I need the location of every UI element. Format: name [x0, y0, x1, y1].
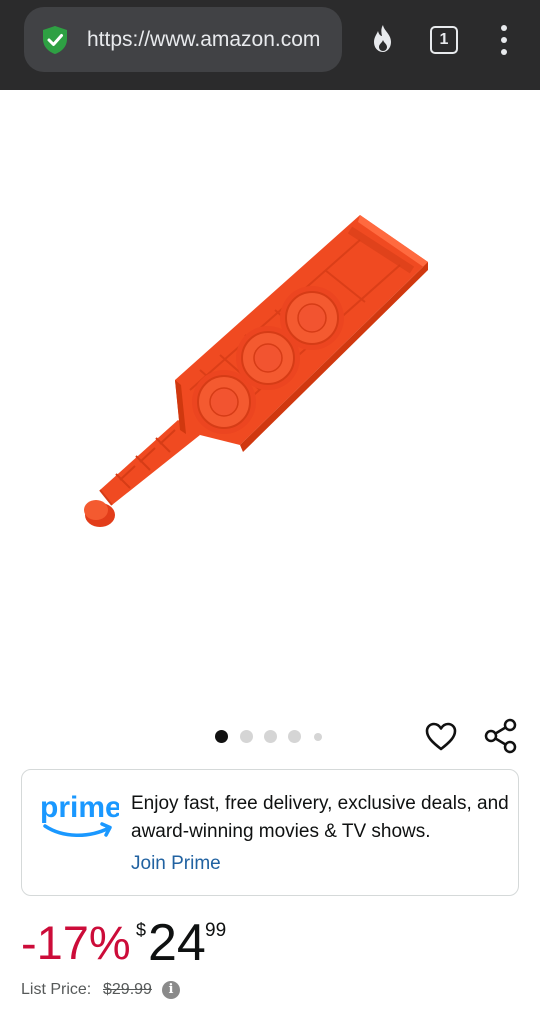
price-whole: 24: [148, 914, 206, 972]
carousel-dot-4[interactable]: [288, 730, 301, 743]
list-price-label: List Price:: [21, 981, 92, 998]
list-price-value: $29.99: [103, 981, 152, 998]
fire-icon[interactable]: [366, 22, 400, 56]
image-carousel-indicator[interactable]: [215, 730, 335, 744]
shield-check-icon[interactable]: [39, 24, 71, 56]
info-icon[interactable]: i: [162, 981, 180, 999]
price-fraction: 99: [205, 920, 227, 941]
tab-switcher-button[interactable]: 1: [430, 26, 458, 54]
price-currency-symbol: $: [136, 920, 147, 940]
browser-toolbar: https://www.amazon.com 1: [0, 0, 540, 90]
carousel-dot-1[interactable]: [215, 730, 228, 743]
heart-icon[interactable]: [424, 720, 458, 754]
url-text[interactable]: https://www.amazon.com: [87, 27, 329, 53]
join-prime-link[interactable]: Join Prime: [131, 852, 221, 876]
product-image[interactable]: [60, 190, 460, 550]
address-bar[interactable]: https://www.amazon.com: [24, 7, 342, 72]
prime-banner: prime Enjoy fast, free delivery, exclusi…: [21, 769, 519, 896]
more-menu-icon[interactable]: [490, 22, 518, 58]
discount-percentage: -17%: [21, 916, 131, 969]
share-icon[interactable]: [483, 718, 519, 754]
carousel-dot-3[interactable]: [264, 730, 277, 743]
paddle-shape: [84, 215, 428, 527]
prime-message: Enjoy fast, free delivery, exclusive dea…: [131, 793, 509, 842]
carousel-dot-5[interactable]: [314, 732, 322, 741]
svg-text:prime: prime: [40, 791, 119, 824]
prime-logo: prime: [40, 791, 119, 837]
carousel-dot-2[interactable]: [240, 730, 253, 743]
